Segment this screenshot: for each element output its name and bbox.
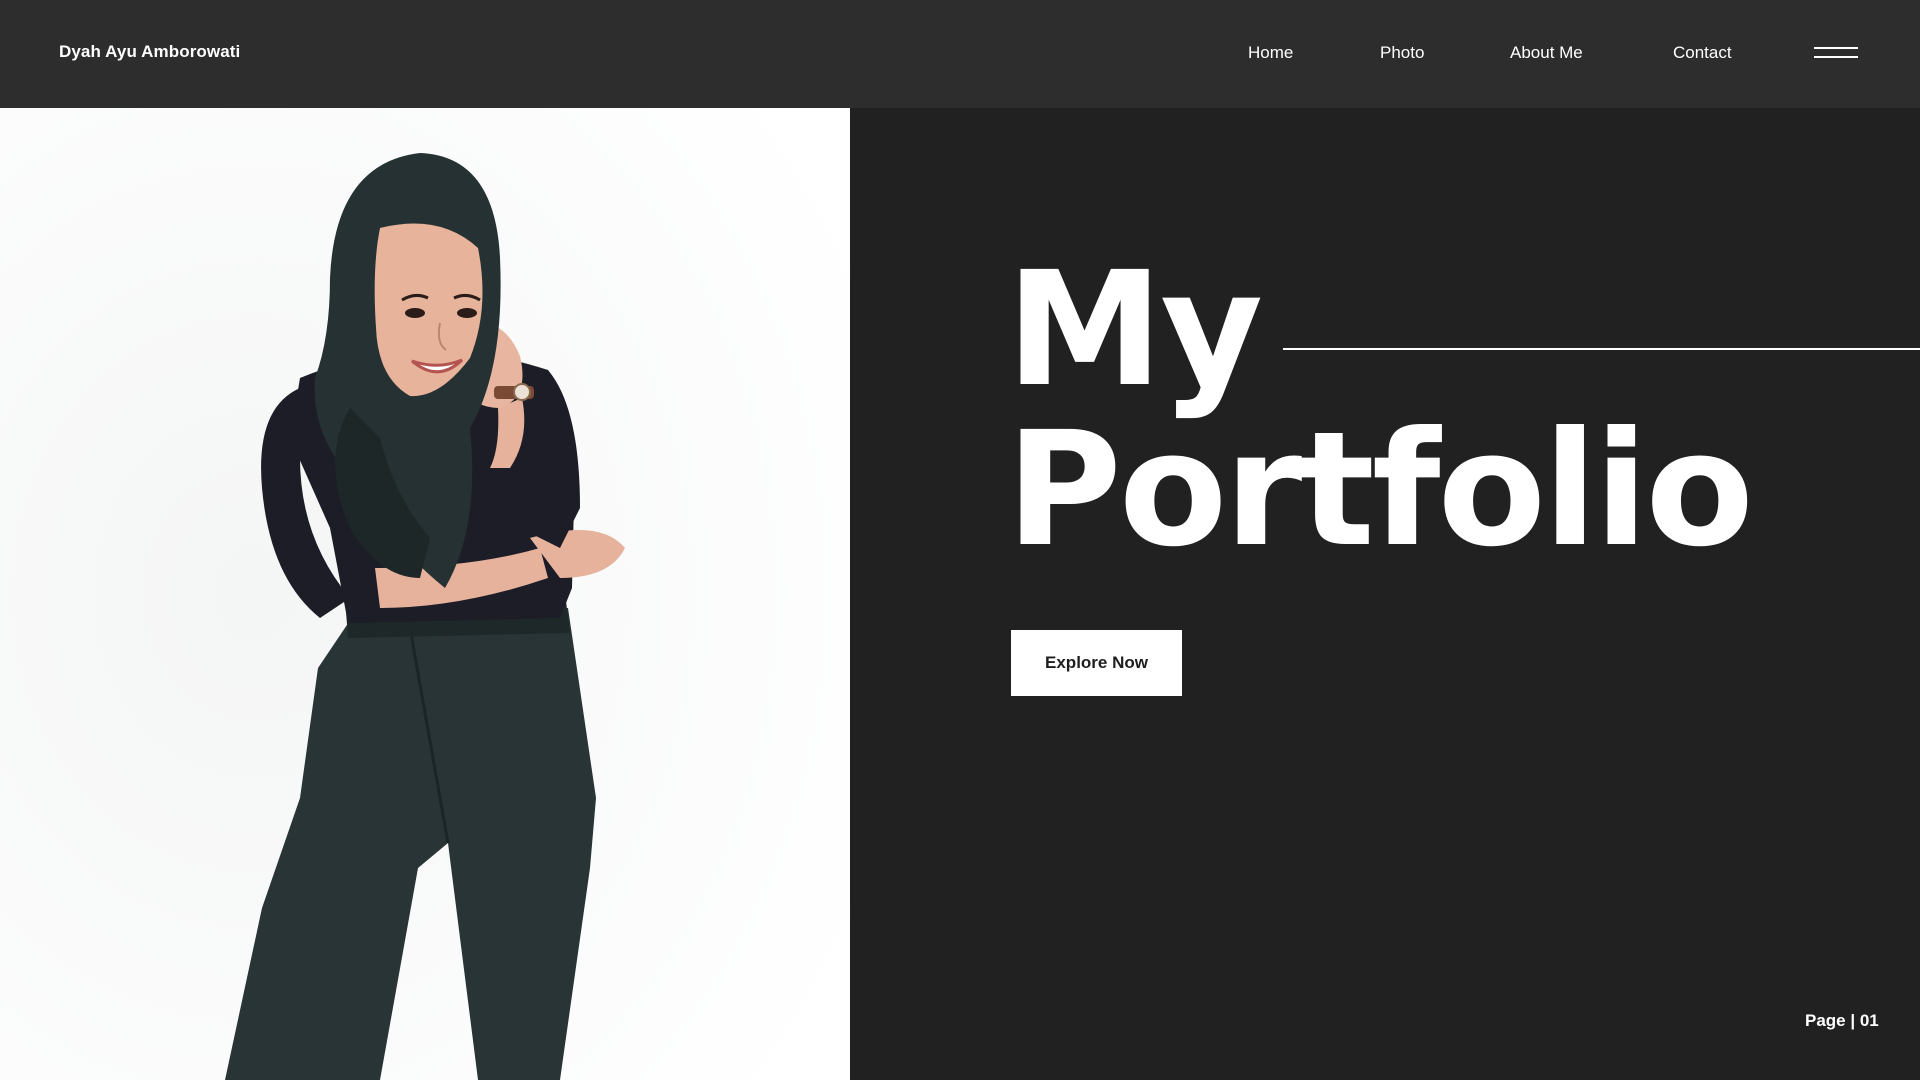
nav-home-link[interactable]: Home	[1248, 43, 1293, 63]
hamburger-menu-icon[interactable]	[1814, 44, 1858, 62]
menu-bar-top	[1814, 47, 1858, 49]
portrait-illustration	[0, 108, 850, 1080]
nav-about-link[interactable]: About Me	[1510, 43, 1583, 63]
nav-contact-link[interactable]: Contact	[1673, 43, 1732, 63]
top-navbar: Dyah Ayu Amborowati Home Photo About Me …	[0, 0, 1920, 108]
nav-photo-link[interactable]: Photo	[1380, 43, 1424, 63]
hero-divider-line	[1283, 348, 1920, 350]
page-indicator: Page | 01	[1805, 1011, 1879, 1030]
portrait-photo	[0, 108, 850, 1080]
hero-title-line-1: My	[1006, 238, 1263, 422]
hero-title: My Portfolio	[1006, 238, 1754, 582]
menu-bar-bottom	[1814, 56, 1858, 58]
hero-title-line-2: Portfolio	[1006, 398, 1754, 582]
site-brand[interactable]: Dyah Ayu Amborowati	[59, 42, 240, 62]
explore-now-button[interactable]: Explore Now	[1011, 630, 1182, 696]
